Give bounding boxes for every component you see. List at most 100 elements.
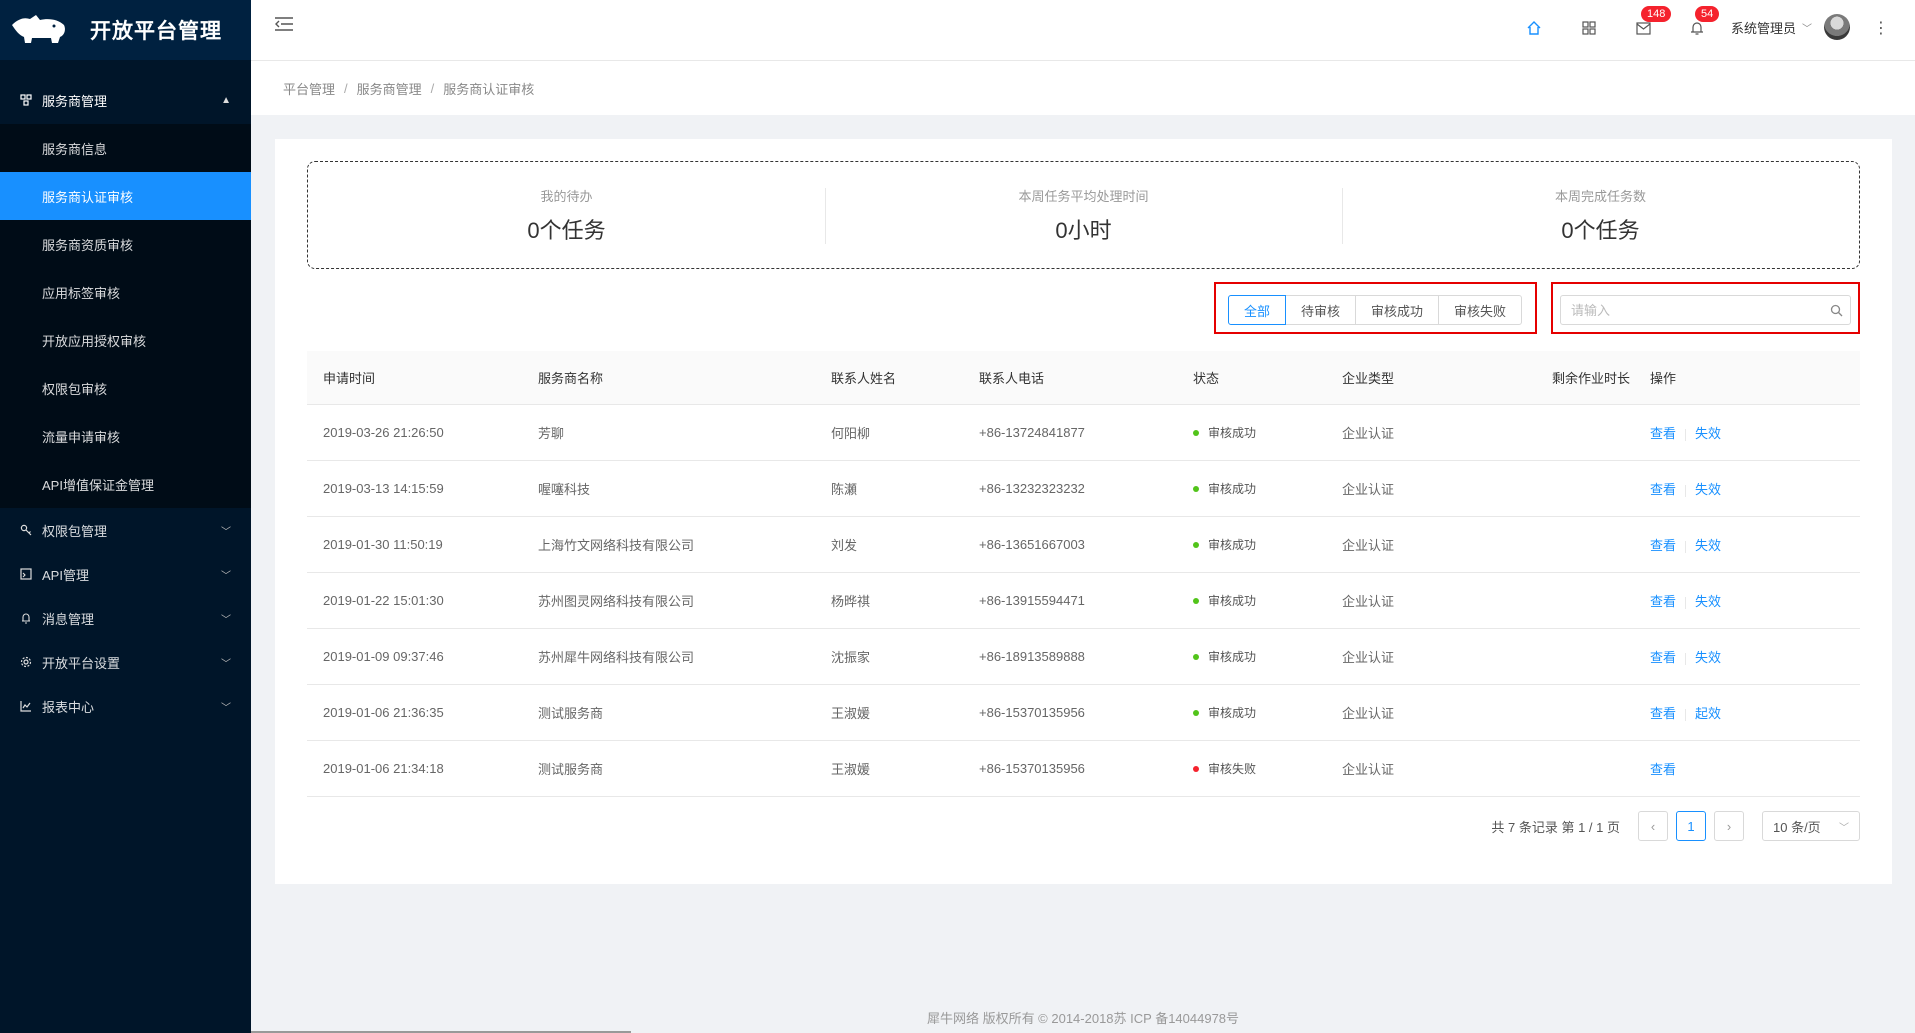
page-size-value: 10 条/页 — [1773, 819, 1821, 835]
apps-grid-icon[interactable] — [1579, 18, 1599, 38]
pagination-total: 共 7 条记录 第 1 / 1 页 — [1491, 819, 1620, 835]
rhino-logo-icon — [12, 15, 65, 43]
sidebar-item[interactable]: 权限包管理 ﹀ — [0, 508, 251, 552]
sidebar-subitem[interactable]: API增值保证金管理 — [0, 460, 251, 508]
cell-contact-phone: +86-15370135956 — [979, 705, 1085, 720]
cell-contact-name: 王淑媛 — [831, 762, 871, 777]
menu-group-label: 服务商管理 — [42, 93, 108, 109]
view-link[interactable]: 查看 — [1650, 538, 1676, 553]
toggle-validity-link[interactable]: 失效 — [1695, 426, 1721, 441]
sidebar-subitem[interactable]: 流量申请审核 — [0, 412, 251, 460]
cell-contact-name: 沈振家 — [831, 650, 871, 665]
mail-badge: 148 — [1641, 6, 1672, 22]
filter-tab[interactable]: 全部 — [1228, 295, 1287, 325]
sidebar: 开放平台管理 服务商管理 ▲ 服务商信息 服务商认证审核 服务商资质审核 应用标签审核… — [0, 0, 251, 1033]
view-link[interactable]: 查看 — [1650, 594, 1676, 609]
sidebar-subitem[interactable]: 应用标签审核 — [0, 268, 251, 316]
action-divider — [1685, 652, 1687, 665]
sidebar-subitem[interactable]: 权限包审核 — [0, 364, 251, 412]
cell-status: 审核失败 — [1193, 760, 1342, 777]
cell-contact-phone: +86-15370135956 — [979, 761, 1085, 776]
status-dot — [1193, 709, 1199, 716]
api-icon — [20, 568, 32, 580]
menu-group-provider[interactable]: 服务商管理 ▲ — [0, 76, 251, 124]
breadcrumb-item[interactable]: 平台管理 — [283, 79, 335, 98]
menu-fold-icon[interactable] — [275, 16, 297, 36]
next-page-button[interactable]: › — [1714, 811, 1744, 841]
home-icon[interactable] — [1524, 18, 1544, 38]
stats-panel: 我的待办 0个任务 本周任务平均处理时间 0小时 本周完成任务数 0个任务 — [307, 161, 1860, 269]
status-dot — [1193, 765, 1199, 772]
chevron-down-icon: ﹀ — [1802, 23, 1813, 35]
chevron-down-icon: ﹀ — [1839, 822, 1849, 834]
filter-tab[interactable]: 审核失败 — [1438, 295, 1523, 325]
view-link[interactable]: 查看 — [1650, 482, 1676, 497]
mail-icon[interactable]: 148 — [1633, 6, 1672, 38]
cell-provider-name: 喔噻科技 — [538, 482, 591, 497]
sidebar-menu: 服务商管理 ▲ 服务商信息 服务商认证审核 服务商资质审核 应用标签审核 开放应用授权审… — [0, 76, 251, 728]
stat-value: 0个任务 — [527, 217, 606, 243]
filter-tab[interactable]: 审核成功 — [1355, 295, 1440, 325]
toggle-validity-link[interactable]: 失效 — [1695, 538, 1721, 553]
sidebar-item[interactable]: 报表中心 ﹀ — [0, 684, 251, 728]
page-size-select[interactable]: 10 条/页 ﹀ — [1762, 811, 1860, 841]
page-button-current[interactable]: 1 — [1676, 811, 1706, 841]
sidebar-subitem[interactable]: 开放应用授权审核 — [0, 316, 251, 364]
gear-icon — [20, 656, 32, 668]
stat-value: 0个任务 — [1561, 217, 1640, 243]
toggle-validity-link[interactable]: 失效 — [1695, 482, 1721, 497]
sidebar-item[interactable]: 消息管理 ﹀ — [0, 596, 251, 640]
cell-actions: 查看 失效 — [1650, 423, 1860, 442]
view-link[interactable]: 查看 — [1650, 706, 1676, 721]
breadcrumb-item[interactable]: 服务商管理 — [357, 79, 422, 98]
table-row: 2019-01-09 09:37:46 苏州犀牛网络科技有限公司 沈振家 +86-18… — [307, 629, 1860, 685]
cell-company-type: 企业认证 — [1342, 538, 1395, 553]
menu-items: 权限包管理 ﹀ API管理 ﹀ 消息管理 ﹀ 开放平台设置 ﹀ 报表中心 ﹀ — [0, 508, 251, 728]
sidebar-item-label: 开放平台设置 — [42, 655, 121, 671]
content-card: 我的待办 0个任务 本周任务平均处理时间 0小时 本周完成任务数 0个任务 全部… — [275, 139, 1892, 884]
cell-contact-phone: +86-13724841877 — [979, 425, 1085, 440]
sidebar-item[interactable]: 开放平台设置 ﹀ — [0, 640, 251, 684]
sidebar-item[interactable]: API管理 ﹀ — [0, 552, 251, 596]
sidebar-item-label: 消息管理 — [42, 611, 95, 627]
cell-provider-name: 测试服务商 — [538, 762, 604, 777]
status-dot — [1193, 597, 1199, 604]
status-filter-tabs: 全部 待审核 审核成功 审核失败 — [1228, 295, 1523, 325]
sidebar-subitem[interactable]: 服务商信息 — [0, 124, 251, 172]
view-link[interactable]: 查看 — [1650, 650, 1676, 665]
prev-page-button[interactable]: ‹ — [1638, 811, 1668, 841]
cell-time: 2019-03-13 14:15:59 — [323, 481, 444, 496]
cell-company-type: 企业认证 — [1342, 762, 1395, 777]
action-divider — [1685, 596, 1687, 609]
toggle-validity-link[interactable]: 起效 — [1695, 706, 1721, 721]
view-link[interactable]: 查看 — [1650, 762, 1676, 777]
cell-contact-phone: +86-18913589888 — [979, 649, 1085, 664]
cell-status: 审核成功 — [1193, 592, 1342, 609]
sidebar-subitem[interactable]: 服务商资质审核 — [0, 220, 251, 268]
toggle-validity-link[interactable]: 失效 — [1695, 594, 1721, 609]
search-icon[interactable] — [1822, 304, 1850, 317]
app-title: 开放平台管理 — [90, 20, 222, 43]
cell-contact-name: 王淑媛 — [831, 706, 871, 721]
cell-contact-phone: +86-13232323232 — [979, 481, 1085, 496]
sidebar-item-label: API管理 — [42, 567, 89, 583]
user-menu[interactable]: 系统管理员 ﹀ — [1731, 14, 1851, 40]
view-link[interactable]: 查看 — [1650, 426, 1676, 441]
toggle-validity-link[interactable]: 失效 — [1695, 650, 1721, 665]
filter-tab[interactable]: 待审核 — [1285, 295, 1357, 325]
table-row: 2019-01-30 11:50:19 上海竹文网络科技有限公司 刘发 +86-136… — [307, 517, 1860, 573]
column-header: 联系人电话 — [979, 371, 1045, 386]
breadcrumb: 平台管理 / 服务商管理 / 服务商认证审核 — [251, 61, 1915, 115]
search-input[interactable] — [1561, 296, 1822, 324]
bell-icon[interactable]: 54 — [1687, 6, 1720, 38]
sidebar-subitem[interactable]: 服务商认证审核 — [0, 172, 251, 220]
logo[interactable]: 开放平台管理 — [0, 0, 251, 60]
action-divider — [1685, 428, 1687, 441]
cell-company-type: 企业认证 — [1342, 482, 1395, 497]
action-divider — [1685, 540, 1687, 553]
cell-contact-name: 刘发 — [831, 538, 858, 553]
more-vertical-icon[interactable]: ⋮ — [1873, 18, 1889, 38]
cell-contact-phone: +86-13915594471 — [979, 593, 1085, 608]
cell-actions: 查看 起效 — [1650, 703, 1860, 722]
cell-contact-phone: +86-13651667003 — [979, 537, 1085, 552]
